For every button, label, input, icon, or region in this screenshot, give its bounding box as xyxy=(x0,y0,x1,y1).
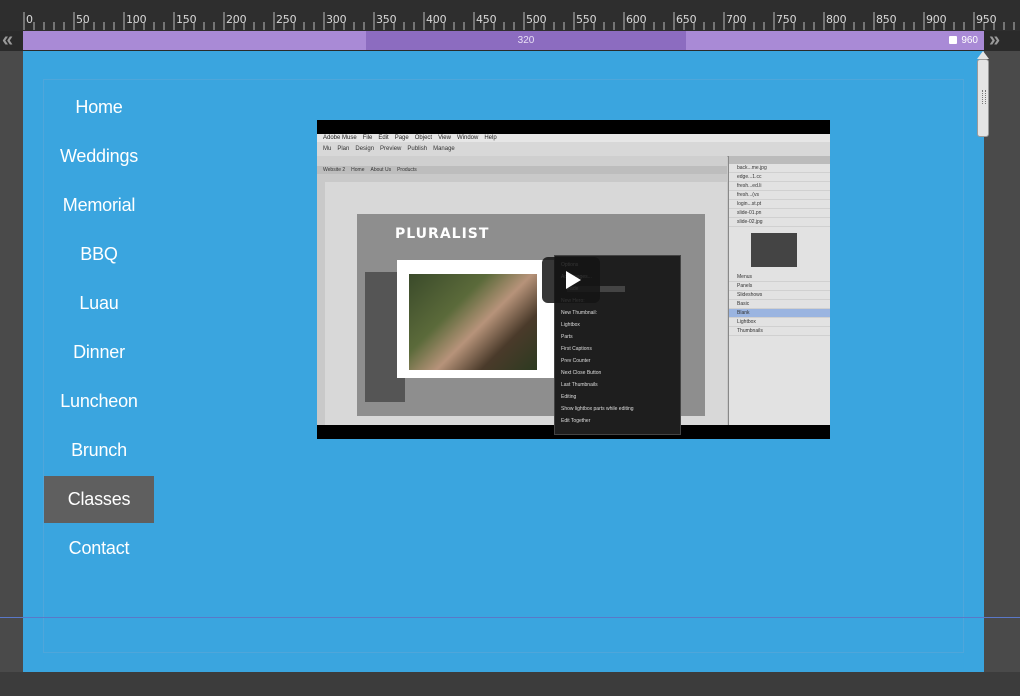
video-menu-item: Object xyxy=(414,135,433,141)
video-tab: Products xyxy=(397,167,417,173)
nav-item-dinner[interactable]: Dinner xyxy=(44,329,154,376)
video-toolbar-item: Plan xyxy=(337,146,350,152)
ruler-label: 800 xyxy=(826,13,847,26)
ruler-label: 650 xyxy=(676,13,697,26)
video-widget-row: Lightbox xyxy=(729,318,830,327)
video-widget-preview xyxy=(751,233,797,267)
video-tab: Home xyxy=(351,167,365,173)
breakpoint-handle-icon[interactable] xyxy=(949,36,958,45)
ruler-label: 700 xyxy=(726,13,747,26)
video-site-title: PLURALIST xyxy=(395,226,490,242)
play-button[interactable] xyxy=(542,257,600,303)
video-dialog-row: Edit Together xyxy=(561,418,591,425)
video-right-panel: back...me.jpg edge...1.cc fresh...ed.li fre… xyxy=(728,156,830,425)
video-menu-item: View xyxy=(438,135,451,141)
ruler-label: 550 xyxy=(576,13,597,26)
video-asset-row: back...me.jpg xyxy=(729,164,830,173)
chevron-right-icon[interactable]: » xyxy=(989,30,1000,51)
ruler-label: 750 xyxy=(776,13,797,26)
video-widget-row: Panels xyxy=(729,282,830,291)
video-widget-row: Thumbnails xyxy=(729,327,830,336)
footer-guide-line[interactable] xyxy=(0,617,1020,618)
video-widget-row: Blank xyxy=(729,309,830,318)
chevron-left-icon[interactable]: « xyxy=(2,30,13,51)
scroll-top-arrow-icon[interactable] xyxy=(977,51,989,59)
video-dialog-row: Lightbox xyxy=(561,322,580,329)
nav-item-classes[interactable]: Classes xyxy=(44,476,154,523)
nav-item-brunch[interactable]: Brunch xyxy=(44,427,154,474)
video-tab: Website 2 xyxy=(323,167,346,173)
video-dialog-heading: Parts xyxy=(561,334,573,341)
video-toolbar: Mu Plan Design Preview Publish Manage xyxy=(317,142,830,157)
bottom-bar xyxy=(0,672,1020,696)
ruler-label: 450 xyxy=(476,13,497,26)
ruler-label: 600 xyxy=(626,13,647,26)
video-dialog-row: First Captions xyxy=(561,346,592,353)
nav-item-home[interactable]: Home xyxy=(44,84,154,131)
video-toolbar-item: Design xyxy=(355,146,375,152)
video-toolbar-item: Preview xyxy=(380,146,402,152)
nav-item-contact[interactable]: Contact xyxy=(44,525,154,572)
scroll-grip-icon xyxy=(982,90,986,104)
ruler-label: 350 xyxy=(376,13,397,26)
breakpoint-320[interactable]: 320 xyxy=(366,31,686,50)
video-dialog-row: Next Close Button xyxy=(561,370,602,377)
video-tab: About Us xyxy=(370,167,392,173)
video-widget-row: Slideshows xyxy=(729,291,830,300)
video-toolbar-item: Mu xyxy=(323,146,332,152)
video-asset-row: slide-01.pn xyxy=(729,209,830,218)
ruler-label: 500 xyxy=(526,13,547,26)
video-menubar: Adobe Muse File Edit Page Object View Window He… xyxy=(317,134,830,142)
video-dialog-row: Show lightbox parts while editing xyxy=(561,406,634,413)
breakpoint-track[interactable]: 320 960 xyxy=(23,31,984,50)
ruler-label: 200 xyxy=(226,13,247,26)
ruler-label: 300 xyxy=(326,13,347,26)
ruler-label: 150 xyxy=(176,13,197,26)
breakpoint-bar[interactable]: 320 960 xyxy=(0,31,1020,51)
video-dialog-row: New Thumbnail: xyxy=(561,310,598,317)
video-menu-item: Edit xyxy=(378,135,389,141)
nav-item-luncheon[interactable]: Luncheon xyxy=(44,378,154,425)
nav-item-weddings[interactable]: Weddings xyxy=(44,133,154,180)
ruler-label: 100 xyxy=(126,13,147,26)
video-menu-item: Window xyxy=(456,135,479,141)
video-asset-row: fresh...(vs xyxy=(729,191,830,200)
nav-item-bbq[interactable]: BBQ xyxy=(44,231,154,278)
breakpoint-960-label: 960 xyxy=(961,35,978,46)
video-menu-item: Adobe Muse xyxy=(323,135,357,141)
nav-item-memorial[interactable]: Memorial xyxy=(44,182,154,229)
ruler-label: 850 xyxy=(876,13,897,26)
nav-item-luau[interactable]: Luau xyxy=(44,280,154,327)
ruler-label: 950 xyxy=(976,13,997,26)
video-widget-row: Menus xyxy=(729,273,830,282)
ruler-label: 50 xyxy=(76,13,90,26)
video-asset-row: fresh...ed.li xyxy=(729,182,830,191)
video-asset-row: edge...1.cc xyxy=(729,173,830,182)
video-embed[interactable]: Adobe Muse File Edit Page Object View Window He… xyxy=(317,120,830,439)
video-panel-header xyxy=(729,156,830,164)
breakpoint-960[interactable]: 960 xyxy=(949,31,978,50)
ruler-label: 250 xyxy=(276,13,297,26)
play-icon xyxy=(566,271,581,289)
video-asset-row: slide-02.jpg xyxy=(729,218,830,227)
ruler-label: 0 xyxy=(26,13,33,26)
video-toolbar-item: Manage xyxy=(433,146,455,152)
video-photo xyxy=(409,274,537,370)
ruler-label: 900 xyxy=(926,13,947,26)
video-widget-row: Basic xyxy=(729,300,830,309)
video-menu-item: Page xyxy=(394,135,409,141)
video-tabs: Website 2 Home About Us Products xyxy=(317,166,727,174)
video-asset-row: login...st.pt xyxy=(729,200,830,209)
video-menu-item: Help xyxy=(484,135,497,141)
video-dialog-row: Prev Counter xyxy=(561,358,591,365)
ruler-ticks xyxy=(23,12,1015,30)
ruler-label: 400 xyxy=(426,13,447,26)
horizontal-ruler[interactable]: 0 50 100 150 200 250 300 350 400 450 500 550 600 650 7… xyxy=(0,0,1020,32)
video-dialog-heading: Editing xyxy=(561,394,577,401)
video-toolbar-item: Publish xyxy=(407,146,428,152)
video-menu-item: File xyxy=(362,135,373,141)
video-dialog-row: Last Thumbnails xyxy=(561,382,598,389)
site-navigation: Home Weddings Memorial BBQ Luau Dinner L… xyxy=(44,84,154,574)
vertical-scrollbar[interactable] xyxy=(977,59,989,137)
